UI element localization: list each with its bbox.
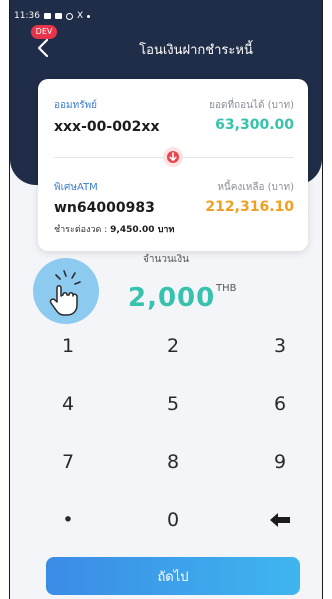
installment-info: ชำระต่องวด : 9,450.00 บาท xyxy=(54,222,174,236)
arrow-down-icon xyxy=(167,151,179,163)
from-account-number: xxx-00-002xx xyxy=(54,119,160,135)
status-time: 11:36 xyxy=(14,11,40,21)
transfer-arrow-icon xyxy=(163,147,183,167)
next-button[interactable]: ถัดไป xyxy=(46,557,300,595)
chevron-left-icon xyxy=(37,38,49,58)
from-account-type: ออมทรัพย์ xyxy=(54,100,98,111)
to-account-number: wn64000983 xyxy=(54,200,155,216)
x-icon: X xyxy=(76,11,84,21)
key-7[interactable]: 7 xyxy=(28,439,108,485)
debt-label: หนี้คงเหลือ (บาท) xyxy=(217,182,294,193)
key-4[interactable]: 4 xyxy=(28,381,108,427)
withdrawable-amount: 63,300.00 xyxy=(215,117,294,133)
right-edge xyxy=(322,0,332,599)
back-button[interactable] xyxy=(32,36,56,60)
backspace-key[interactable] xyxy=(240,497,320,543)
dot-icon xyxy=(87,14,91,18)
key-9[interactable]: 9 xyxy=(240,439,320,485)
left-edge xyxy=(0,0,10,599)
tap-hint-circle xyxy=(33,258,99,324)
status-bar: 11:36 X xyxy=(14,9,91,23)
key-1[interactable]: 1 xyxy=(28,323,108,369)
amount-label: จำนวนเงิน xyxy=(143,254,189,265)
page-title: โอนเงินฝากชำระหนี้ xyxy=(139,43,253,58)
tap-hand-icon xyxy=(49,270,81,316)
key-decimal[interactable]: • xyxy=(28,497,108,543)
notification-icon xyxy=(54,13,62,19)
installment-value: 9,450.00 บาท xyxy=(110,225,175,235)
amount-currency: THB xyxy=(216,283,237,294)
key-6[interactable]: 6 xyxy=(240,381,320,427)
key-3[interactable]: 3 xyxy=(240,323,320,369)
app-screen: 11:36 X DEV โอนเงินฝากชำระหนี้ ออมทรัพย์… xyxy=(10,0,322,599)
key-5[interactable]: 5 xyxy=(133,381,213,427)
withdrawable-label: ยอดที่ถอนได้ (บาท) xyxy=(209,100,294,111)
installment-label: ชำระต่องวด : xyxy=(54,225,108,235)
key-2[interactable]: 2 xyxy=(133,323,213,369)
amount-value: 2,000 xyxy=(128,283,216,313)
debt-amount: 212,316.10 xyxy=(205,199,294,215)
key-8[interactable]: 8 xyxy=(133,439,213,485)
settings-icon xyxy=(65,12,73,20)
backspace-arrow-icon xyxy=(270,513,290,527)
key-0[interactable]: 0 xyxy=(133,497,213,543)
to-account-type: พิเศษATM xyxy=(54,182,98,193)
transfer-card: ออมทรัพย์ ยอดที่ถอนได้ (บาท) xxx-00-002x… xyxy=(38,79,308,251)
notification-icon xyxy=(43,13,51,19)
